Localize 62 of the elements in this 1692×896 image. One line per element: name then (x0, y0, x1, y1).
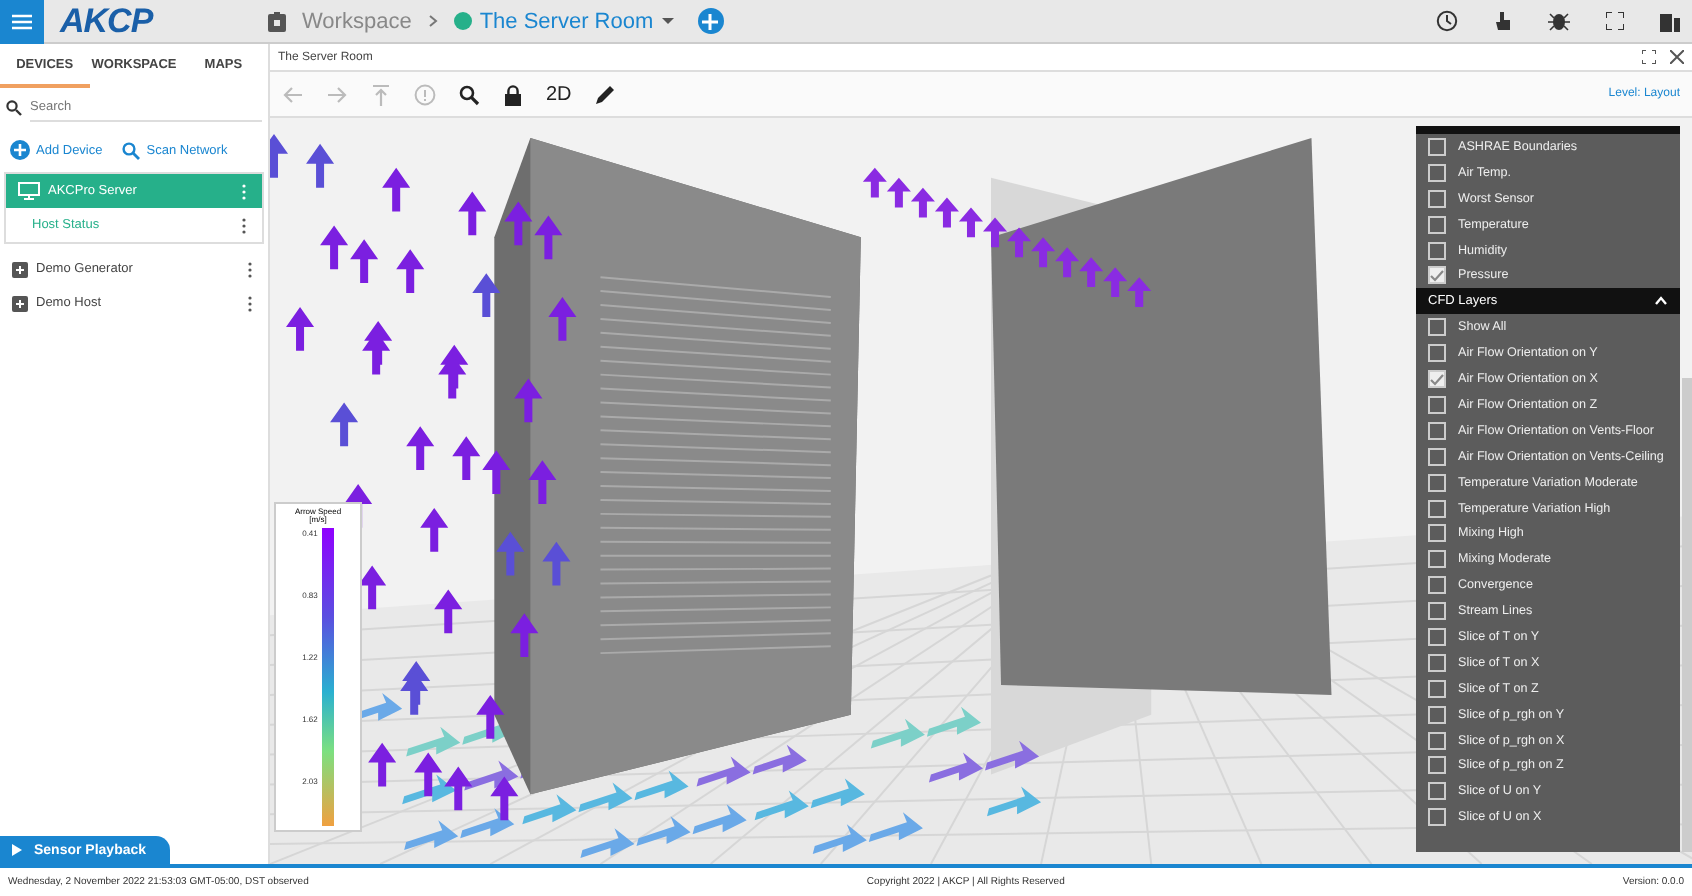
checkbox[interactable] (1428, 731, 1446, 750)
fullscreen-icon[interactable] (1606, 12, 1624, 30)
checkbox[interactable] (1428, 808, 1446, 827)
search-icon (6, 100, 22, 116)
monitor-icon (18, 182, 40, 200)
lock-button[interactable] (502, 83, 524, 105)
checkbox[interactable] (1428, 266, 1446, 285)
plus-circle-icon (10, 140, 30, 160)
checkbox[interactable] (1428, 602, 1446, 621)
logo: AKCP (60, 1, 156, 41)
menu-icon (12, 13, 32, 29)
checkbox[interactable] (1428, 473, 1446, 492)
pencil-button[interactable] (593, 83, 616, 105)
checkbox[interactable] (1428, 137, 1446, 156)
checkbox[interactable] (1428, 447, 1446, 466)
checkbox[interactable] (1428, 318, 1446, 337)
checkbox[interactable] (1428, 370, 1446, 389)
checkbox[interactable] (1428, 524, 1446, 543)
room-dropdown[interactable]: The Server Room (453, 9, 674, 33)
add-button[interactable] (697, 8, 724, 34)
fullscreen-icon[interactable] (1642, 50, 1656, 64)
checkbox[interactable] (1428, 421, 1446, 440)
expand-icon[interactable] (12, 261, 28, 277)
checkbox[interactable] (1428, 679, 1446, 698)
checkbox[interactable] (1428, 550, 1446, 569)
lock-icon (502, 83, 524, 105)
right-arrow-icon (326, 83, 348, 105)
checkbox[interactable] (1428, 395, 1446, 414)
checkbox[interactable] (1428, 653, 1446, 672)
checkbox[interactable] (1428, 756, 1446, 775)
checkbox[interactable] (1428, 499, 1446, 518)
info-icon (414, 83, 436, 105)
pencil-icon (593, 83, 616, 105)
checkbox[interactable] (1428, 215, 1446, 234)
search-button[interactable] (458, 83, 480, 105)
checkbox[interactable] (1428, 576, 1446, 595)
search-icon (122, 141, 141, 159)
chevron-icon (427, 14, 438, 28)
checkbox[interactable] (1428, 241, 1446, 259)
bug-icon[interactable] (1548, 10, 1570, 32)
clipboard-icon (268, 11, 286, 31)
up-arrow-icon (370, 83, 392, 105)
chevron-icon (1654, 296, 1668, 307)
checkbox[interactable] (1428, 627, 1446, 646)
expand-icon[interactable] (12, 295, 28, 311)
checkbox[interactable] (1428, 782, 1446, 801)
checkbox[interactable] (1428, 163, 1446, 182)
play-icon (12, 844, 22, 856)
hand-icon[interactable] (1494, 10, 1512, 32)
checkbox[interactable] (1428, 705, 1446, 724)
checkbox[interactable] (1428, 189, 1446, 208)
clock-icon[interactable] (1436, 10, 1458, 32)
scrollbar[interactable] (1682, 378, 1692, 852)
checkbox[interactable] (1428, 344, 1446, 363)
menu-button[interactable] (0, 0, 44, 43)
status-dot-icon (453, 12, 472, 30)
search-icon (458, 83, 480, 105)
view-mode-button[interactable]: 2D (546, 83, 572, 105)
caret-icon (661, 17, 674, 25)
breadcrumb-link[interactable]: Workspace (302, 9, 412, 33)
close-icon[interactable] (1670, 50, 1684, 64)
left-arrow-icon (282, 83, 304, 105)
